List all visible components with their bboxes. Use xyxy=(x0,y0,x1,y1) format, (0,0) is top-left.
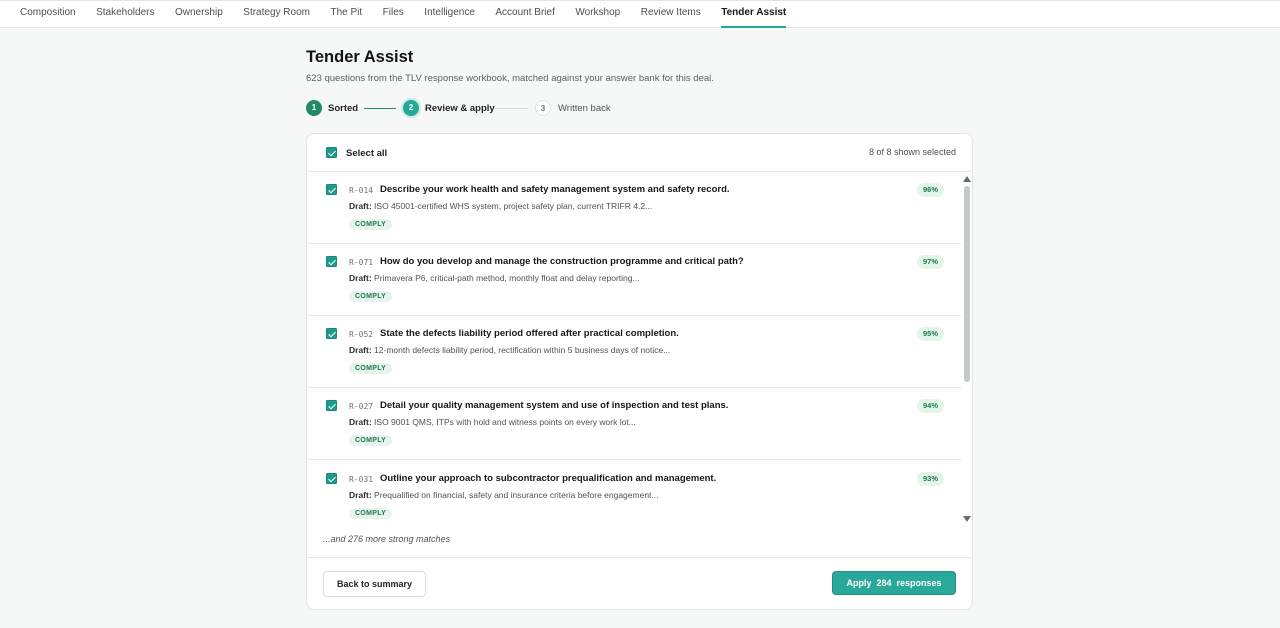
draft-label: Draft: xyxy=(349,273,372,283)
more-matches-text: ...and 276 more strong matches xyxy=(323,534,451,544)
question-text: How do you develop and manage the constr… xyxy=(380,256,744,267)
list-item: R-052 State the defects liability period… xyxy=(307,316,961,388)
card-footer: Back to summary Apply 284 responses xyxy=(307,557,972,609)
row-checkbox[interactable] xyxy=(326,256,337,267)
step-1-indicator: 1 xyxy=(306,100,322,116)
question-code: R-014 xyxy=(349,186,374,195)
step-connector xyxy=(495,108,528,109)
draft-text: ISO 9001 QMS, ITPs with hold and witness… xyxy=(374,417,636,427)
draft-answer: Draft: Prequalified on financial, safety… xyxy=(349,490,659,500)
step-connector xyxy=(364,108,396,109)
step-3-indicator: 3 xyxy=(535,100,551,116)
match-score-badge: 96% xyxy=(916,183,944,197)
draft-label: Draft: xyxy=(349,417,372,427)
tab-ownership[interactable]: Ownership xyxy=(175,1,223,28)
question-text: Detail your quality management system an… xyxy=(380,400,729,411)
row-checkbox[interactable] xyxy=(326,473,337,484)
page-title: Tender Assist xyxy=(306,48,414,66)
tab-tender-assist[interactable]: Tender Assist xyxy=(721,1,787,28)
tab-files[interactable]: Files xyxy=(383,1,404,28)
tab-composition[interactable]: Composition xyxy=(20,1,76,28)
question-list: R-014 Describe your work health and safe… xyxy=(307,172,972,522)
match-score-badge: 97% xyxy=(916,255,944,269)
draft-text: 12-month defects liability period, recti… xyxy=(374,345,671,355)
list-scrollbar[interactable] xyxy=(962,172,972,524)
tab-strategy-room[interactable]: Strategy Room xyxy=(243,1,310,28)
selected-count: 8 of 8 shown selected xyxy=(868,147,956,157)
tab-review-items[interactable]: Review Items xyxy=(641,1,701,28)
draft-label: Draft: xyxy=(349,490,372,500)
tab-workshop[interactable]: Workshop xyxy=(575,1,620,28)
select-all-checkbox[interactable] xyxy=(326,147,337,158)
draft-label: Draft: xyxy=(349,345,372,355)
apply-responses-button[interactable]: Apply 284 responses xyxy=(832,571,956,595)
draft-answer: Draft: ISO 9001 QMS, ITPs with hold and … xyxy=(349,417,636,427)
tab-the-pit[interactable]: The Pit xyxy=(330,1,362,28)
list-item: R-071 How do you develop and manage the … xyxy=(307,244,961,316)
draft-text: Primavera P6, critical-path method, mont… xyxy=(374,273,640,283)
tab-intelligence[interactable]: Intelligence xyxy=(424,1,475,28)
draft-text: ISO 45001-certified WHS system, project … xyxy=(374,201,653,211)
question-code: R-031 xyxy=(349,475,374,484)
status-badge: COMPLY xyxy=(349,508,393,519)
match-score-badge: 93% xyxy=(916,472,944,486)
page-subtitle: 623 questions from the TLV response work… xyxy=(306,73,714,84)
question-text: Outline your approach to subcontractor p… xyxy=(380,473,717,484)
question-code: R-052 xyxy=(349,330,374,339)
progress-stepper: 1 Sorted 2 Review & apply 3 Written back xyxy=(306,100,626,117)
scroll-thumb[interactable] xyxy=(964,186,970,382)
step-3-label: Written back xyxy=(558,103,611,114)
top-nav: Composition Stakeholders Ownership Strat… xyxy=(0,0,1280,28)
step-2-label: Review & apply xyxy=(425,103,495,114)
status-badge: COMPLY xyxy=(349,435,393,446)
row-checkbox[interactable] xyxy=(326,400,337,411)
question-code: R-071 xyxy=(349,258,374,267)
list-item: R-014 Describe your work health and safe… xyxy=(307,172,961,244)
question-text: Describe your work health and safety man… xyxy=(380,184,730,195)
draft-answer: Draft: Primavera P6, critical-path metho… xyxy=(349,273,640,283)
draft-answer: Draft: 12-month defects liability period… xyxy=(349,345,670,355)
draft-text: Prequalified on financial, safety and in… xyxy=(374,490,659,500)
scroll-down-arrow-icon[interactable] xyxy=(963,516,971,522)
status-badge: COMPLY xyxy=(349,219,393,230)
row-checkbox[interactable] xyxy=(326,184,337,195)
question-text: State the defects liability period offer… xyxy=(380,328,679,339)
step-1-label: Sorted xyxy=(328,103,359,114)
scroll-up-arrow-icon[interactable] xyxy=(963,176,971,182)
question-code: R-027 xyxy=(349,402,374,411)
list-item: R-031 Outline your approach to subcontra… xyxy=(307,461,961,522)
row-checkbox[interactable] xyxy=(326,328,337,339)
status-badge: COMPLY xyxy=(349,291,393,302)
review-card: Select all 8 of 8 shown selected R-014 D… xyxy=(306,133,973,610)
back-to-summary-button[interactable]: Back to summary xyxy=(323,571,426,597)
match-score-badge: 95% xyxy=(916,327,944,341)
step-2-indicator: 2 xyxy=(403,100,419,116)
match-score-badge: 94% xyxy=(916,399,944,413)
draft-label: Draft: xyxy=(349,201,372,211)
select-all-label[interactable]: Select all xyxy=(346,148,387,159)
tab-account-brief[interactable]: Account Brief xyxy=(495,1,554,28)
card-header: Select all 8 of 8 shown selected xyxy=(307,134,972,172)
tab-stakeholders[interactable]: Stakeholders xyxy=(96,1,154,28)
status-badge: COMPLY xyxy=(349,363,393,374)
draft-answer: Draft: ISO 45001-certified WHS system, p… xyxy=(349,201,652,211)
list-item: R-027 Detail your quality management sys… xyxy=(307,388,961,460)
